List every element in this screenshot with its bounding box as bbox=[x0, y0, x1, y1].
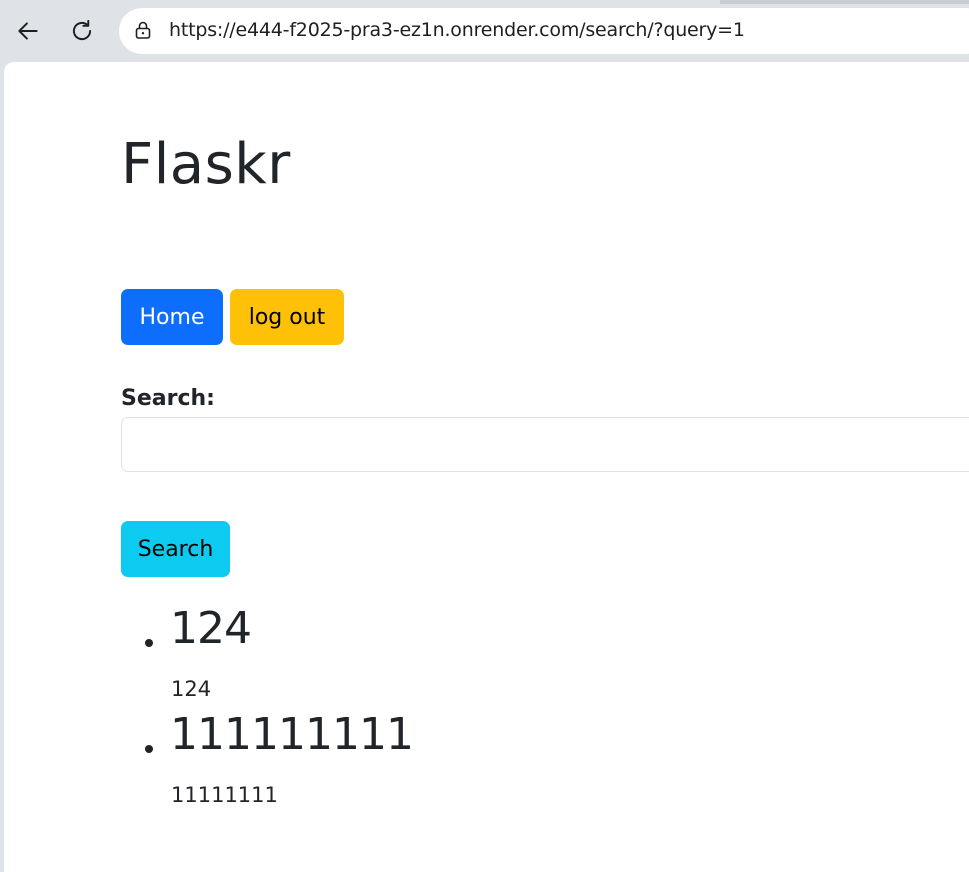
browser-toolbar: https://e444-f2025-pra3-ez1n.onrender.co… bbox=[0, 0, 969, 62]
reload-icon bbox=[72, 19, 92, 41]
result-item: 111111111 11111111 bbox=[121, 703, 414, 809]
bullet bbox=[145, 745, 153, 753]
url-text[interactable]: https://e444-f2025-pra3-ez1n.onrender.co… bbox=[169, 19, 745, 41]
arrow-left-icon bbox=[18, 22, 38, 40]
search-input[interactable] bbox=[121, 417, 969, 472]
result-item: 124 124 bbox=[121, 597, 252, 703]
result-body: 124 bbox=[171, 677, 212, 701]
results-list: 124 124 111111111 11111111 bbox=[121, 597, 414, 809]
page-viewport: Flaskr Home log out Search: Search 124 1… bbox=[4, 62, 969, 872]
result-title: 111111111 bbox=[170, 709, 414, 760]
bullet bbox=[145, 639, 153, 647]
reload-button[interactable] bbox=[64, 13, 100, 49]
site-title: Flaskr bbox=[121, 132, 291, 197]
home-button[interactable]: Home bbox=[121, 289, 223, 345]
result-title: 124 bbox=[170, 603, 252, 654]
address-bar[interactable]: https://e444-f2025-pra3-ez1n.onrender.co… bbox=[119, 8, 969, 54]
search-button[interactable]: Search bbox=[121, 521, 230, 577]
back-button[interactable] bbox=[10, 13, 46, 49]
tab-strip bbox=[720, 0, 969, 4]
result-body: 11111111 bbox=[171, 783, 278, 807]
logout-button[interactable]: log out bbox=[230, 289, 344, 345]
lock-icon[interactable] bbox=[133, 20, 153, 40]
search-label: Search: bbox=[121, 386, 215, 411]
